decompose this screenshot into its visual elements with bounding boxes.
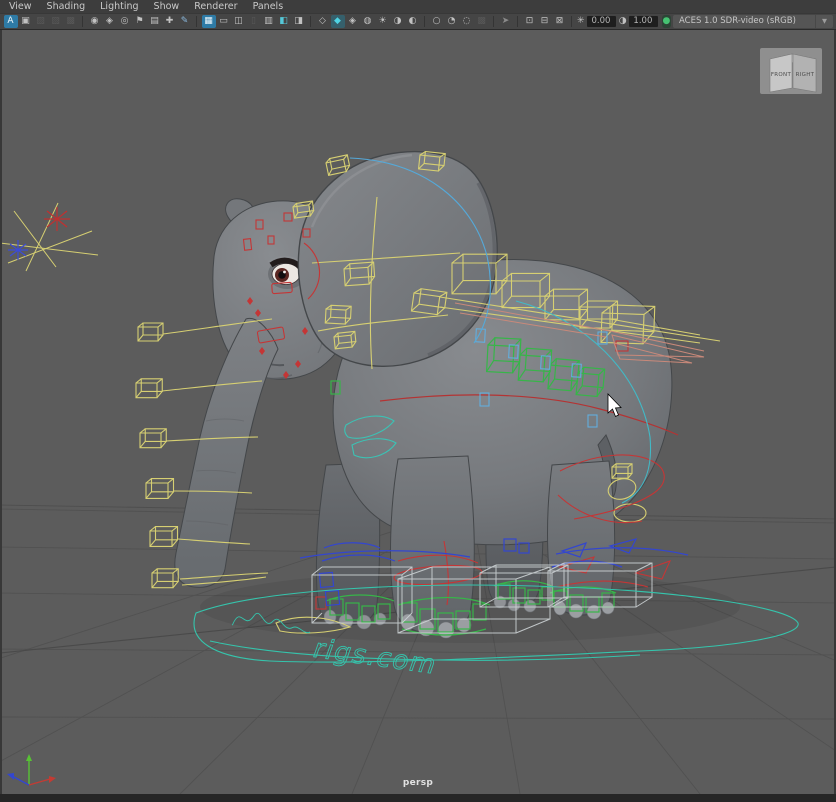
toolbar-separator xyxy=(517,16,518,27)
gamma-field[interactable]: 1.00 xyxy=(629,16,658,27)
exposure-icon[interactable]: ✳ xyxy=(577,15,585,28)
isolate-select-icon: ▩ xyxy=(475,15,489,28)
safe-action-icon[interactable]: ◧ xyxy=(277,15,291,28)
menu-panels[interactable]: Panels xyxy=(253,0,284,13)
pan-zoom-icon[interactable]: ✚ xyxy=(163,15,177,28)
film-gate-icon[interactable]: ▭ xyxy=(217,15,231,28)
contrast-icon[interactable]: ◑ xyxy=(618,15,626,28)
texture-view-icon[interactable]: ⊟ xyxy=(538,15,552,28)
toolbar-separator xyxy=(424,16,425,27)
toolbar-separator xyxy=(82,16,83,27)
motion-blur-toggle-icon: ▨ xyxy=(34,15,48,28)
image-plane-toggle-icon[interactable]: ⊡ xyxy=(523,15,537,28)
view-cube[interactable]: FRONT RIGHT xyxy=(760,48,822,94)
camera-attributes-icon[interactable]: ◎ xyxy=(118,15,132,28)
menu-lighting[interactable]: Lighting xyxy=(100,0,138,13)
panel-bottom-border xyxy=(0,794,836,802)
toolbar-separator xyxy=(493,16,494,27)
grid-icon[interactable]: ▦ xyxy=(202,15,216,28)
toolbar-separator xyxy=(571,16,572,27)
colorspace-toggle-icon[interactable]: ● xyxy=(662,15,671,28)
anti-aliasing-icon[interactable]: A xyxy=(4,15,18,28)
viewport-3d[interactable]: rigs.com FRONT RIGHT xyxy=(0,30,836,794)
exposure-field[interactable]: 0.00 xyxy=(587,16,616,27)
gate-mask-icon: ▯ xyxy=(247,15,261,28)
bookmark-icon[interactable]: ⚑ xyxy=(133,15,147,28)
view-transform-value: ACES 1.0 SDR-video (sRGB) xyxy=(673,15,815,28)
menu-view[interactable]: View xyxy=(9,0,32,13)
lock-camera-icon[interactable]: ◈ xyxy=(103,15,117,28)
image-plane-icon[interactable]: ▤ xyxy=(148,15,162,28)
wireframe-icon[interactable]: ◇ xyxy=(316,15,330,28)
maya-viewport-panel: { "menubar": { "items": ["View", "Shadin… xyxy=(0,0,836,800)
depth-of-field-icon: ▧ xyxy=(49,15,63,28)
panel-toolbar: A▣▨▧▩◉◈◎⚑▤✚✎▦▭◫▯▥◧◨◇◆◈◍☀◑◐○◔◌▩➤⊡⊟⊠ ✳ 0.0… xyxy=(0,13,836,30)
scene-canvas[interactable]: rigs.com FRONT RIGHT xyxy=(2,30,834,794)
view-cube-front-label: FRONT xyxy=(771,72,792,78)
view-transform-dropdown[interactable]: ACES 1.0 SDR-video (sRGB) ▼ xyxy=(673,15,833,28)
xray-icon[interactable]: ○ xyxy=(430,15,444,28)
menu-show[interactable]: Show xyxy=(154,0,180,13)
toolbar-icon-groups: A▣▨▧▩◉◈◎⚑▤✚✎▦▭◫▯▥◧◨◇◆◈◍☀◑◐○◔◌▩➤⊡⊟⊠ xyxy=(3,15,567,28)
menu-renderer[interactable]: Renderer xyxy=(194,0,237,13)
toolbar-separator xyxy=(196,16,197,27)
toolbar-separator xyxy=(310,16,311,27)
frame-view-icon[interactable]: ⊠ xyxy=(553,15,567,28)
camera-name-label: persp xyxy=(2,778,834,788)
shadows-icon[interactable]: ◑ xyxy=(391,15,405,28)
bloom-icon: ▩ xyxy=(64,15,78,28)
lighting-icon[interactable]: ☀ xyxy=(376,15,390,28)
rear-near-leg xyxy=(548,461,615,615)
grease-pencil-icon[interactable]: ✎ xyxy=(178,15,192,28)
select-camera-icon[interactable]: ◉ xyxy=(88,15,102,28)
view-cube-right-label: RIGHT xyxy=(796,72,815,78)
smooth-shaded-icon[interactable]: ◆ xyxy=(331,15,345,28)
textured-icon[interactable]: ◈ xyxy=(346,15,360,28)
panel-menubar: View Shading Lighting Show Renderer Panels xyxy=(0,0,836,13)
ghost-icon[interactable]: ◌ xyxy=(460,15,474,28)
dropdown-caret-icon[interactable]: ▼ xyxy=(815,15,833,28)
use-default-material-icon[interactable]: ◍ xyxy=(361,15,375,28)
field-chart-icon[interactable]: ▥ xyxy=(262,15,276,28)
select-cursor-icon[interactable]: ➤ xyxy=(499,15,513,28)
resolution-gate-icon[interactable]: ◫ xyxy=(232,15,246,28)
menu-shading[interactable]: Shading xyxy=(47,0,86,13)
safe-title-icon[interactable]: ◨ xyxy=(292,15,306,28)
xray-joints-icon[interactable]: ◔ xyxy=(445,15,459,28)
selection-highlight-icon[interactable]: ▣ xyxy=(19,15,33,28)
screen-space-ao-icon[interactable]: ◐ xyxy=(406,15,420,28)
